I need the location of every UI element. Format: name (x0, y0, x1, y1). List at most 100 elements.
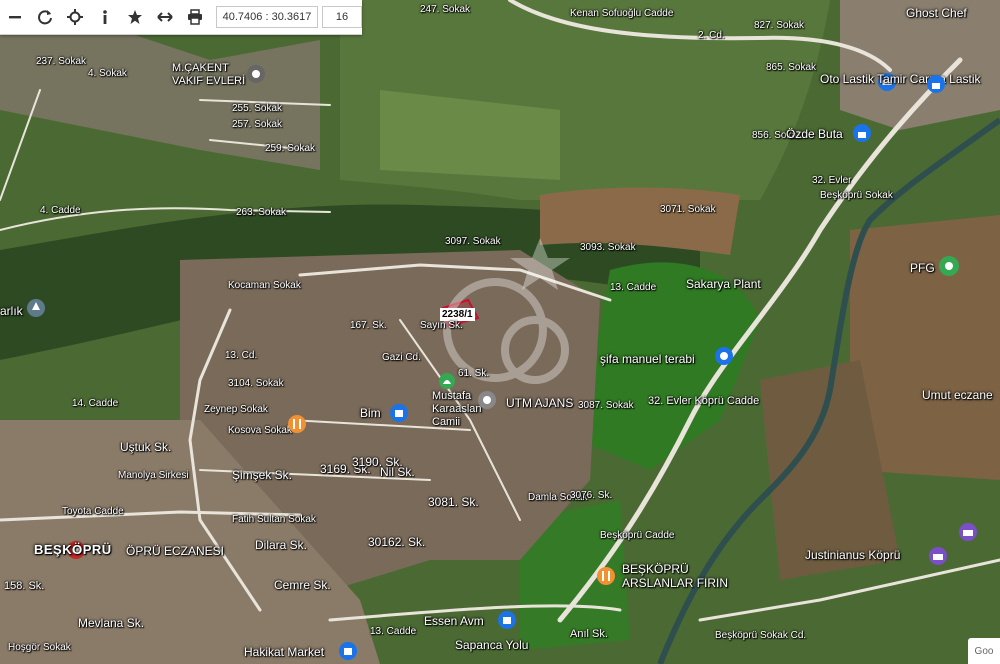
mosque-icon[interactable] (438, 372, 456, 390)
street-label: 4. Sokak (88, 68, 127, 79)
refresh-icon (38, 10, 52, 25)
street-label: 158. Sk. (4, 580, 45, 592)
street-label: 827. Sokak (754, 20, 805, 31)
refresh-button[interactable] (30, 0, 60, 34)
landmark-icon[interactable] (928, 546, 948, 566)
street-label: Sapanca Yolu (455, 638, 529, 652)
street-label: 3087. Sokak (578, 400, 634, 411)
street-label: Kosova Sokak (228, 425, 292, 436)
street-label: Kocaman Sokak (228, 280, 301, 291)
street-label: Fatih Sultan Sokak (232, 514, 316, 525)
street-label: 32. Evler Köprü Cadde (648, 395, 760, 407)
place-eczane[interactable]: ÖPRÜ ECZANESI (126, 544, 224, 558)
coordinates-display: 40.7406 : 30.3617 (216, 6, 318, 28)
minus-icon (9, 16, 21, 19)
restaurant-icon[interactable] (287, 414, 307, 434)
park-icon[interactable] (26, 298, 46, 318)
street-label: Manolya Sirkesi (118, 470, 189, 481)
place-arslanlar-firin[interactable]: BEŞKÖPRÜ ARSLANLAR FIRIN (622, 562, 742, 590)
lock-icon[interactable] (926, 74, 946, 94)
crosshair-icon (67, 9, 83, 25)
street-label: 4. Cadde (40, 205, 81, 216)
street-label: Toyota Cadde (62, 506, 124, 517)
google-logo: Goo (968, 638, 1000, 664)
street-label: 257. Sokak (232, 119, 283, 130)
street-label: Hoşgör Sokak (8, 642, 71, 653)
shopping-icon[interactable] (497, 610, 517, 630)
place-sakarya-plant[interactable]: Sakarya Plant (686, 277, 761, 291)
street-label: 247. Sokak (420, 4, 471, 15)
pin-icon[interactable] (246, 64, 266, 84)
street-label: 259. Sokak (265, 143, 316, 154)
street-label: 3104. Sokak (228, 378, 284, 389)
place-mosque[interactable]: Mustafa Karaaslan Camii (432, 390, 512, 429)
print-button[interactable] (180, 0, 210, 34)
street-label: Anıl Sk. (570, 628, 608, 640)
street-label: 237. Sokak (36, 56, 87, 67)
street-label: Zeynep Sokak (204, 404, 268, 415)
flower-icon[interactable] (938, 255, 960, 277)
street-label: 13. Cadde (610, 282, 657, 293)
place-utm-ajans[interactable]: UTM AJANS (506, 396, 573, 410)
place-umut-eczane[interactable]: Umut eczane (922, 388, 993, 402)
place-oto-lastik[interactable]: Oto Lastik Tamir Carma Lastik (820, 72, 981, 86)
place-essen-avm[interactable]: Essen Avm (424, 614, 484, 628)
street-label: Cemre Sk. (274, 578, 331, 592)
street-label: 255. Sokak (232, 103, 283, 114)
street-label: Beşköprü Sokak (820, 190, 893, 201)
street-label: 263. Sokak (236, 207, 287, 218)
printer-icon (188, 9, 202, 25)
street-label: 3071. Sokak (660, 204, 716, 215)
street-label: 32. Evler (812, 175, 852, 186)
shopping-icon[interactable] (389, 403, 409, 423)
street-label: Dilara Sk. (255, 538, 308, 552)
street-label: 3076. Sk. (570, 490, 613, 501)
zoom-out-button[interactable] (0, 0, 30, 34)
place-cakent[interactable]: M.ÇAKENT VAKIF EVLERİ (172, 62, 246, 88)
pin-icon[interactable] (477, 390, 497, 410)
place-hakikat-market[interactable]: Hakikat Market (244, 645, 324, 659)
street-label: 14. Cadde (72, 398, 119, 409)
street-label: Beşköprü Cadde (600, 530, 675, 541)
place-ghost-chef[interactable]: Ghost Chef (906, 6, 967, 20)
locate-button[interactable] (60, 0, 90, 34)
street-label: 13. Cd. (225, 350, 258, 361)
street-label: 13. Cadde (370, 626, 417, 637)
street-label: 3093. Sokak (580, 242, 636, 253)
info-button[interactable] (90, 0, 120, 34)
info-icon (103, 10, 107, 24)
street-label: Nil Sk. (380, 465, 415, 479)
place-justinianus[interactable]: Justinianus Köprü (805, 548, 900, 562)
place-ozde-buta[interactable]: Özde Buta (786, 127, 843, 141)
map-toolbar: 40.7406 : 30.3617 16 (0, 0, 362, 35)
street-label: Şimşek Sk. (232, 468, 293, 482)
street-label: Kenan Sofuoğlu Cadde (570, 8, 674, 19)
landmark-icon[interactable] (958, 522, 978, 542)
street-label: 865. Sokak (766, 62, 817, 73)
street-label: 3081. Sk. (428, 495, 479, 509)
place-beskopru[interactable]: BEŞKÖPRÜ (34, 542, 112, 557)
place-pfg[interactable]: PFG (910, 261, 935, 275)
street-label: 61. Sk. (458, 368, 490, 379)
shopping-icon[interactable] (338, 641, 358, 661)
street-label: Mevlana Sk. (78, 616, 145, 630)
street-label: 3097. Sokak (445, 236, 501, 247)
place-sifa[interactable]: şifa manuel terabi (600, 352, 695, 366)
place-bim[interactable]: Bim (360, 406, 381, 420)
street-label: Gazi Cd. (382, 352, 421, 363)
street-label: Beşköprü Sokak Cd. (715, 630, 807, 641)
street-label: Uştuk Sk. (120, 440, 172, 454)
satellite-map[interactable] (0, 0, 1000, 664)
street-label: 30162. Sk. (368, 535, 426, 549)
measure-button[interactable] (150, 0, 180, 34)
street-label: 2. Cd. (698, 30, 725, 41)
zoom-level-display[interactable]: 16 (322, 6, 362, 28)
favorite-button[interactable] (120, 0, 150, 34)
place-arlik[interactable]: arlık (0, 304, 23, 318)
restaurant-icon[interactable] (596, 566, 616, 586)
lock-icon[interactable] (852, 123, 872, 143)
street-label: 167. Sk. (350, 320, 387, 331)
street-label: Sayın Sk. (420, 320, 463, 331)
arrows-horizontal-icon (157, 12, 173, 22)
pin-icon[interactable] (714, 346, 734, 366)
